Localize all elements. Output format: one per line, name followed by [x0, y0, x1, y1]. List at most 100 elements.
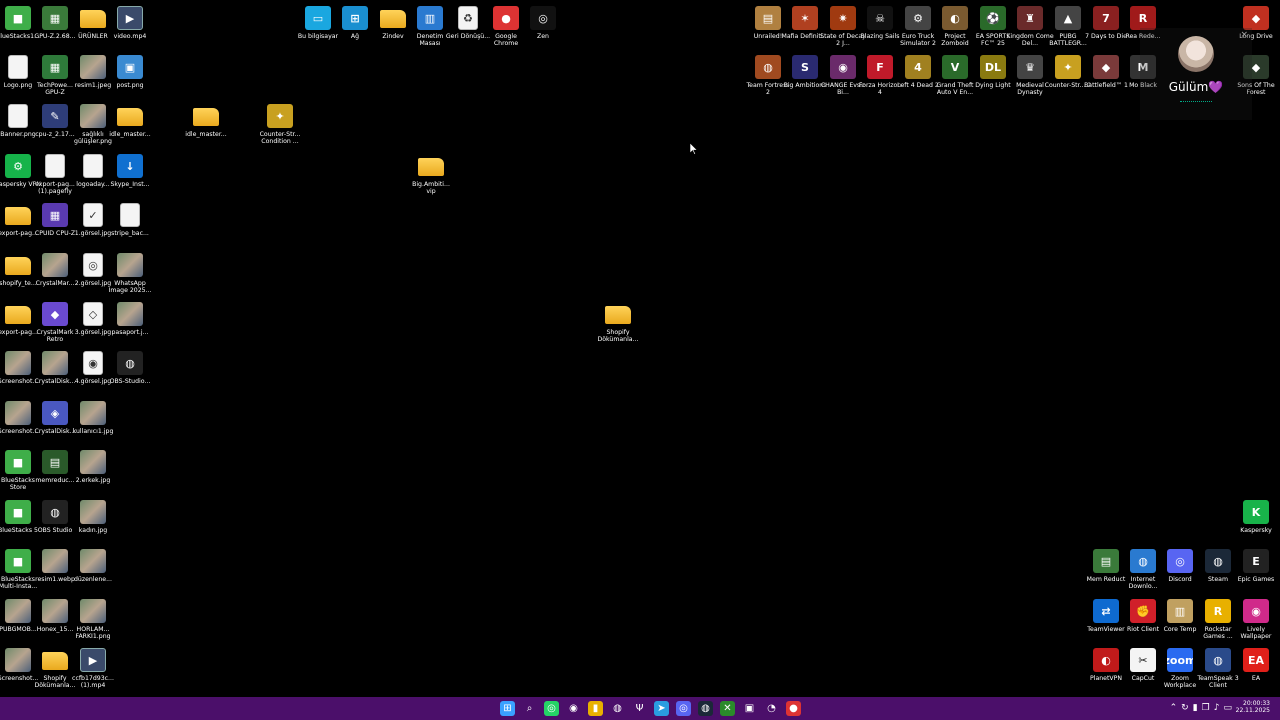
riot-client-icon: ✊ [1130, 599, 1156, 623]
cpu-z-icon: ✎ [42, 104, 68, 128]
chrome-icon: ● [493, 6, 519, 30]
date-text: 22.11.2025 [1235, 707, 1270, 714]
desktop-icon[interactable]: ◍ OBS-Studio... [107, 348, 153, 394]
desktop-icon[interactable]: ▶ video.mp4 [107, 3, 153, 49]
image-file-icon [80, 500, 106, 524]
desktop-icon[interactable]: ◎ Zen [520, 3, 566, 49]
sync-icon[interactable]: ↻ [1181, 702, 1189, 714]
desktop-icon[interactable]: EA EA [1233, 645, 1279, 691]
image-file-icon [80, 55, 106, 79]
app-icon[interactable]: ▣ [742, 701, 757, 716]
obs-icon: ◍ [42, 500, 68, 524]
telegram-icon[interactable]: ➤ [654, 701, 669, 716]
desktop-icon[interactable]: idle_master... [183, 101, 229, 147]
settings-icon[interactable]: ◔ [764, 701, 779, 716]
desktop-icon[interactable]: ▶ ccfb17d93c... (1).mp4 [70, 645, 116, 691]
zoom-icon: zoom [1167, 648, 1193, 672]
capcut-icon[interactable]: Ψ [632, 701, 647, 716]
game-icon: ◆ [1243, 6, 1269, 30]
memreduct-icon: ▤ [1093, 549, 1119, 573]
desktop-icon[interactable]: ▣ post.png [107, 52, 153, 98]
desktop-icon[interactable]: stripe_bac... [107, 200, 153, 246]
planetvpn-icon: ◐ [1093, 648, 1119, 672]
chrome-icon[interactable]: ● [786, 701, 801, 716]
rockstar-icon: R [1205, 599, 1231, 623]
whatsapp-icon[interactable]: ◎ [544, 701, 559, 716]
desktop-icon[interactable]: HORLAM... FARKI1.png [70, 596, 116, 642]
desktop-icon-label: 2.erkek.jpg [75, 477, 111, 484]
image-file-icon [80, 599, 106, 623]
game-icon: ◐ [942, 6, 968, 30]
network-icon[interactable]: ❐ [1202, 702, 1210, 714]
crystalmark-icon: ◆ [42, 302, 68, 326]
desktop-icon-label: EA [1251, 675, 1261, 682]
game-icon: ♛ [1017, 55, 1043, 79]
discord-icon[interactable]: ◎ [676, 701, 691, 716]
desktop-icon[interactable]: ✦ Counter-Str... Condition ... [257, 101, 303, 147]
desktop-icon[interactable]: WhatsApp Image 2025... [107, 250, 153, 296]
counter-strike-icon: ✦ [267, 104, 293, 128]
profile-card[interactable]: × Gülüm💜 [1140, 28, 1252, 120]
desktop-icon[interactable]: Shopify Dökümanla... [595, 299, 641, 345]
folder-icon [5, 207, 31, 225]
kaspersky-icon: K [1243, 500, 1269, 524]
image-file-icon: ◎ [83, 253, 103, 277]
clock[interactable]: 20:00:33 22.11.2025 [1236, 700, 1270, 714]
desktop-icon[interactable]: kullanıcı1.jpg [70, 398, 116, 444]
desktop-icon-label: idle_master... [185, 131, 227, 138]
folder-icon [5, 257, 31, 275]
game-icon: ♜ [1017, 6, 1043, 30]
crystaldisk-icon [42, 351, 68, 375]
desktop-icon-label: Shopify Dökümanla... [597, 329, 639, 344]
installer-icon: ↓ [117, 154, 143, 178]
folder-icon [42, 652, 68, 670]
desktop-icon[interactable]: düzenlene... [70, 546, 116, 592]
excel-icon[interactable]: ✕ [720, 701, 735, 716]
microphone-icon[interactable]: ▮ [1193, 702, 1198, 714]
bluestacks-icon: ■ [5, 450, 31, 474]
game-icon: 7 [1093, 6, 1119, 30]
chevron-up-icon[interactable]: ⌃ [1170, 702, 1178, 714]
desktop-icon[interactable]: K Kaspersky [1233, 497, 1279, 543]
desktop-icon[interactable]: ◉ Lively Wallpaper [1233, 596, 1279, 642]
game-icon: ▲ [1055, 6, 1081, 30]
image-file-icon [117, 253, 143, 277]
game-icon: 4 [905, 55, 931, 79]
image-file-icon: ✓ [83, 203, 103, 227]
game-icon: S [792, 55, 818, 79]
start-icon[interactable]: ⊞ [500, 701, 515, 716]
image-file-icon [83, 154, 103, 178]
folder-icon [80, 10, 106, 28]
obs-icon[interactable]: ◍ [610, 701, 625, 716]
steam-icon[interactable]: ◍ [698, 701, 713, 716]
close-icon[interactable]: × [1240, 30, 1248, 40]
desktop-icon-label: WhatsApp Image 2025... [108, 280, 152, 295]
system-tray: ⌃ ↻ ▮ ❐ ♪ ▭ [1170, 702, 1232, 714]
image-file-icon: ◇ [83, 302, 103, 326]
folder-icon [193, 108, 219, 126]
desktop-icon[interactable]: kadın.jpg [70, 497, 116, 543]
gpu-z-icon: ▦ [42, 6, 68, 30]
epic-games-icon: E [1243, 549, 1269, 573]
cpu-z-icon: ▦ [42, 203, 68, 227]
counter-strike-icon: ✦ [1055, 55, 1081, 79]
file-explorer-icon[interactable]: ▮ [588, 701, 603, 716]
desktop-icon[interactable]: idle_master... [107, 101, 153, 147]
desktop-icon[interactable]: 2.erkek.jpg [70, 447, 116, 493]
steam-icon: ◍ [1205, 549, 1231, 573]
desktop-icon[interactable]: pasaport.j... [107, 299, 153, 345]
battery-icon[interactable]: ▭ [1223, 702, 1232, 714]
bluestacks-icon: ■ [5, 6, 31, 30]
document-icon [45, 154, 65, 178]
desktop-icon-label: ccfb17d93c... (1).mp4 [72, 675, 114, 690]
taskbar: ⌃ ↻ ▮ ❐ ♪ ▭ 20:00:33 22.11.2025 ⊞ ⌕ ◎ ◉ ▮ ◍ Ψ ➤ ◎ ◍ ✕ ▣ ◔… [0, 697, 1280, 720]
zen-browser-icon[interactable]: ◉ [566, 701, 581, 716]
volume-icon[interactable]: ♪ [1214, 702, 1220, 714]
game-icon: F [867, 55, 893, 79]
obs-icon: ◍ [117, 351, 143, 375]
desktop-icon[interactable]: E Epic Games [1233, 546, 1279, 592]
search-icon[interactable]: ⌕ [522, 701, 537, 716]
desktop-icon[interactable]: Big.Ambiti... vip [408, 151, 454, 197]
zen-browser-icon: ◎ [530, 6, 556, 30]
desktop-icon[interactable]: ↓ Skype_Inst... [107, 151, 153, 197]
